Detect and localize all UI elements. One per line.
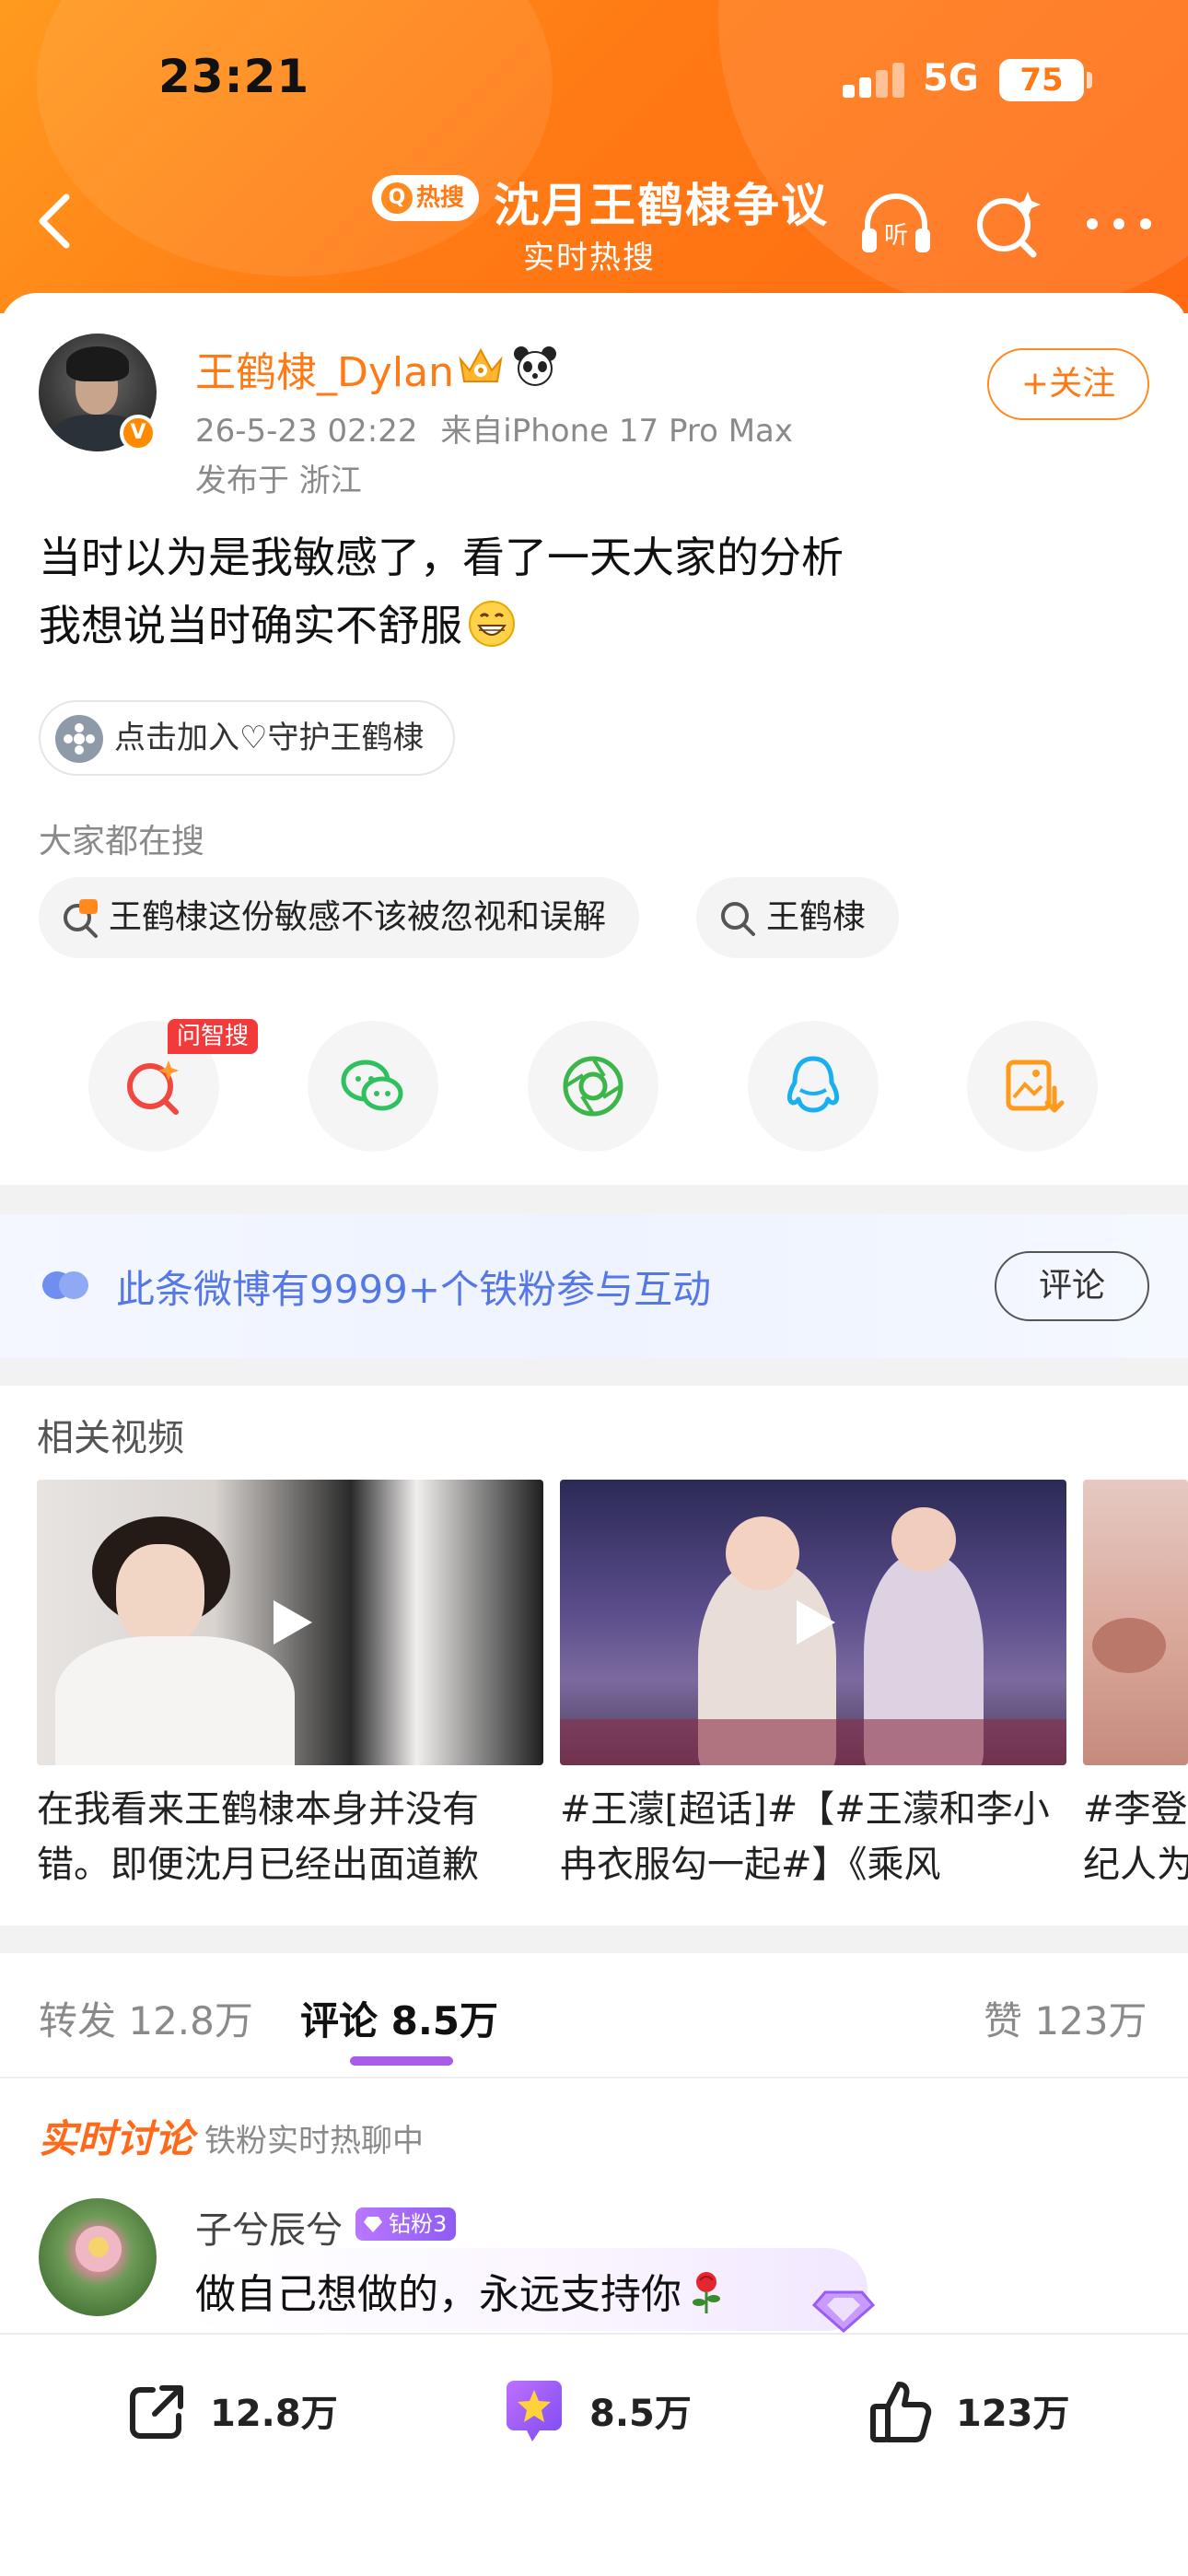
video-thumbnail[interactable] bbox=[560, 1480, 1066, 1765]
flower-icon bbox=[55, 715, 103, 763]
search-chip-hot[interactable]: 王鹤棣这份敏感不该被忽视和误解 bbox=[39, 877, 640, 958]
diamond-fan-badge: 钻粉3 bbox=[355, 2207, 457, 2241]
status-time: 23:21 bbox=[158, 50, 310, 103]
post-text-line: 我想说当时确实不舒服 bbox=[39, 591, 1144, 660]
sparkle-search-icon bbox=[977, 192, 1041, 258]
post-text: 当时以为是我敏感了，看了一天大家的分析 我想说当时确实不舒服 bbox=[39, 523, 1144, 660]
wechat-share-button[interactable] bbox=[308, 1021, 438, 1152]
video-thumbnail[interactable] bbox=[1083, 1480, 1188, 1765]
tab-comments[interactable]: 评论 8.5万 bbox=[300, 1990, 498, 2046]
share-icon bbox=[130, 2385, 183, 2439]
signal-icon bbox=[843, 61, 907, 98]
post-meta: 26-5-23 02:22 来自iPhone 17 Pro Max bbox=[195, 405, 793, 451]
divider bbox=[0, 1185, 1188, 1214]
comment-button[interactable]: 评论 bbox=[995, 1251, 1149, 1321]
back-button[interactable] bbox=[26, 184, 90, 258]
moments-icon bbox=[563, 1056, 623, 1117]
hot-search-badge: Q 热搜 bbox=[372, 175, 479, 221]
related-videos-heading: 相关视频 bbox=[37, 1417, 184, 1459]
divider bbox=[0, 1926, 1188, 1953]
ai-search-icon bbox=[127, 1060, 179, 1115]
bottom-action-bar bbox=[0, 2333, 1188, 2576]
guard-chip-label: 点击加入♡守护王鹤棣 bbox=[114, 720, 425, 756]
verified-icon: V bbox=[120, 415, 157, 451]
post-location: 发布于 浙江 bbox=[195, 463, 362, 499]
comment-text: 做自己想做的，永远支持你 bbox=[195, 2261, 728, 2320]
ai-search-button[interactable] bbox=[967, 182, 1050, 265]
topic-title: 沈月王鹤棣争议 bbox=[494, 179, 829, 232]
post-text-line: 当时以为是我敏感了，看了一天大家的分析 bbox=[39, 533, 844, 582]
grin-emoji-icon bbox=[469, 601, 515, 647]
hot-search-icon bbox=[64, 899, 98, 938]
author-name[interactable]: 王鹤棣_Dylan bbox=[195, 339, 454, 398]
listen-button[interactable]: 听 bbox=[855, 182, 938, 265]
tab-repost[interactable]: 转发 12.8万 bbox=[39, 1990, 253, 2046]
video-caption[interactable]: #王濛[超话]#【#王濛和李小 冉衣服勾一起#】《乘风 bbox=[560, 1782, 1066, 1892]
search-icon bbox=[721, 902, 755, 936]
hot-badge-label: 热搜 bbox=[416, 184, 465, 212]
panda-badge-icon bbox=[514, 346, 556, 386]
divider bbox=[0, 1358, 1188, 1386]
chevron-left-icon bbox=[39, 193, 70, 249]
commenter-name[interactable]: 子兮辰兮 bbox=[195, 2200, 343, 2254]
more-button[interactable] bbox=[1077, 182, 1160, 265]
diamond-fan-badge-label: 钻粉3 bbox=[389, 2211, 448, 2237]
video-thumbnail[interactable] bbox=[37, 1480, 543, 1765]
repost-button[interactable]: 12.8万 bbox=[210, 2377, 338, 2451]
live-discussion-title: 实时讨论 bbox=[39, 2116, 194, 2161]
fans-icon bbox=[42, 1271, 88, 1299]
save-image-icon bbox=[1006, 1060, 1065, 1113]
search-icon: Q bbox=[381, 182, 413, 214]
battery-icon: 75 bbox=[999, 59, 1084, 101]
gem-decoration-icon bbox=[811, 2290, 876, 2333]
qq-share-button[interactable] bbox=[748, 1021, 879, 1152]
headphones-icon: 听 bbox=[862, 193, 930, 252]
video-caption[interactable]: 在我看来王鹤棣本身并没有 错。即便沈月已经出面道歉 bbox=[37, 1782, 543, 1892]
video-caption[interactable]: #李登科 纪人为 bbox=[1083, 1782, 1188, 1892]
search-chip[interactable]: 王鹤棣 bbox=[696, 877, 900, 958]
crown-badge-icon bbox=[459, 347, 503, 382]
live-discussion-subtitle: 铁粉实时热聊中 bbox=[204, 2123, 424, 2160]
active-tab-indicator bbox=[350, 2056, 453, 2066]
follow-button[interactable]: +关注 bbox=[987, 348, 1149, 420]
rose-emoji-icon bbox=[693, 2272, 720, 2313]
qq-icon bbox=[786, 1056, 840, 1113]
fans-interaction-text: 此条微博有9999+个铁粉参与互动 bbox=[116, 1267, 712, 1312]
comment-count-button[interactable]: 8.5万 bbox=[589, 2377, 692, 2451]
tab-likes[interactable]: 赞 123万 bbox=[984, 1990, 1147, 2046]
commenter-avatar[interactable] bbox=[39, 2198, 157, 2316]
play-icon bbox=[274, 1600, 312, 1645]
comment-star-icon bbox=[507, 2381, 562, 2441]
search-chip-label: 王鹤棣 bbox=[766, 898, 867, 936]
wechat-icon bbox=[341, 1060, 403, 1111]
diamond-icon bbox=[364, 2217, 382, 2232]
header-decoration bbox=[718, 0, 1188, 313]
more-dots-icon bbox=[1087, 218, 1151, 229]
ai-search-tag: 问智搜 bbox=[168, 1019, 259, 1054]
post-device: 来自iPhone 17 Pro Max bbox=[440, 413, 793, 450]
guard-fan-chip[interactable]: 点击加入♡守护王鹤棣 bbox=[39, 700, 456, 776]
moments-share-button[interactable] bbox=[528, 1021, 658, 1152]
play-icon bbox=[797, 1600, 835, 1645]
trending-search-label: 大家都在搜 bbox=[39, 823, 205, 861]
topic-subtitle: 实时热搜 bbox=[523, 240, 656, 276]
network-type: 5G bbox=[923, 57, 979, 100]
like-button[interactable]: 123万 bbox=[956, 2377, 1070, 2451]
save-image-button[interactable] bbox=[967, 1021, 1098, 1152]
post-timestamp: 26-5-23 02:22 bbox=[195, 413, 418, 450]
svg-text:听: 听 bbox=[884, 222, 908, 250]
like-thumb-icon bbox=[870, 2382, 932, 2442]
battery-tip bbox=[1087, 72, 1092, 88]
header-decoration bbox=[37, 0, 553, 276]
search-chip-label: 王鹤棣这份敏感不该被忽视和误解 bbox=[109, 898, 607, 936]
